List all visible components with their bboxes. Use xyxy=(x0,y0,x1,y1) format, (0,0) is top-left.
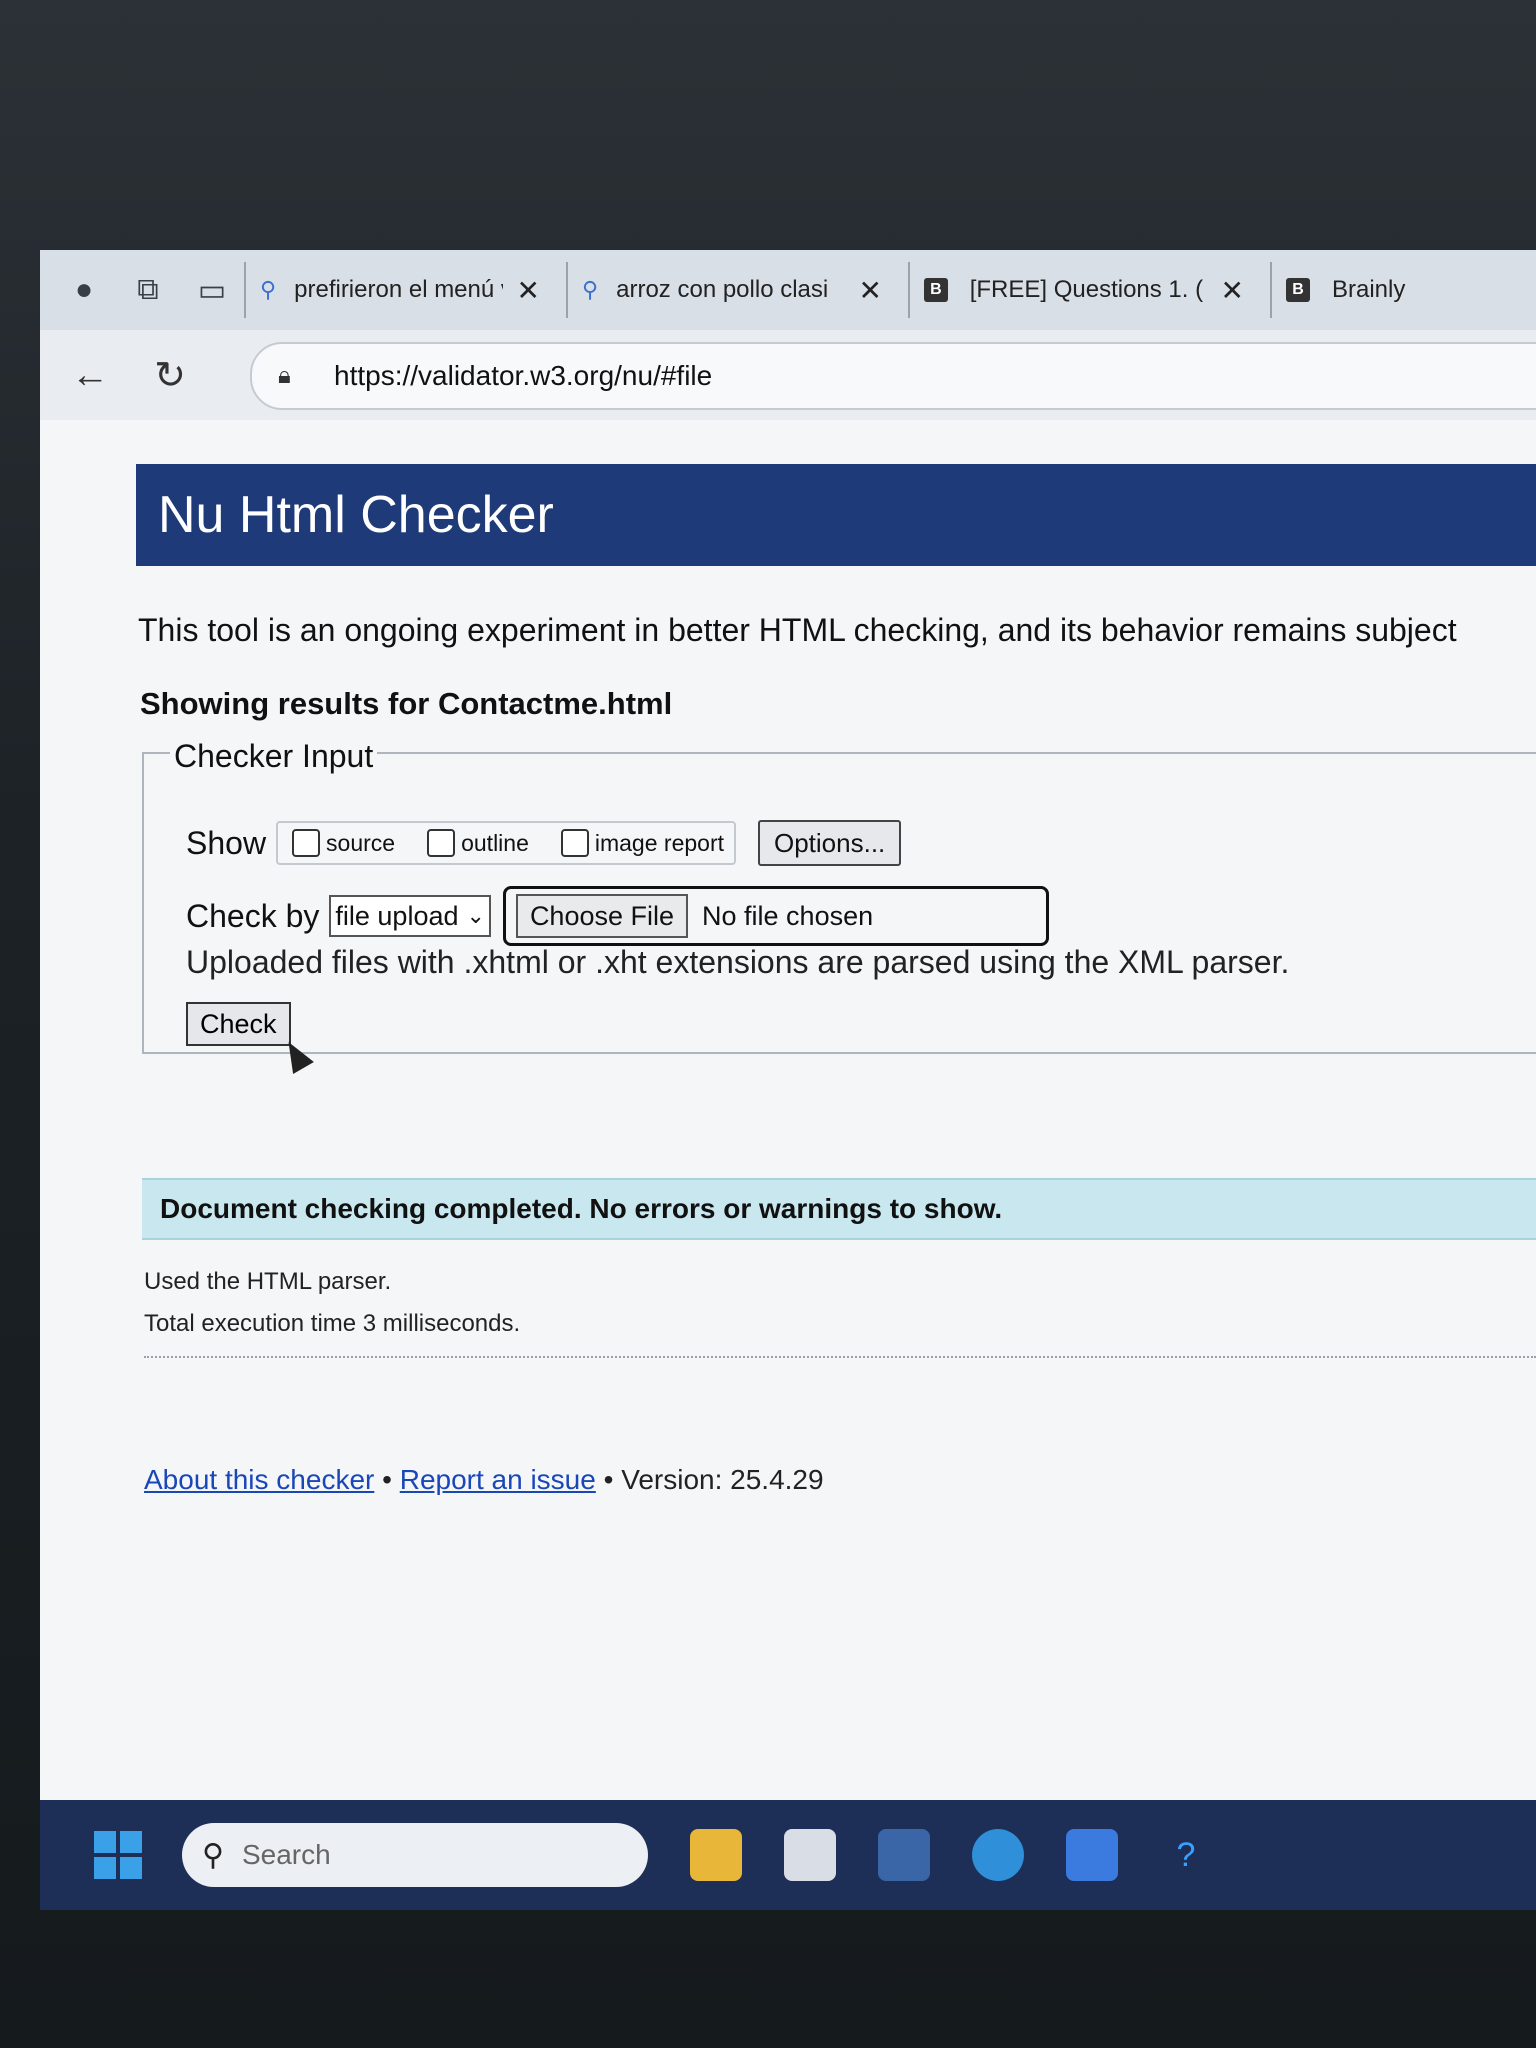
profile-icon[interactable]: ● xyxy=(64,270,104,310)
chevron-down-icon: ⌄ xyxy=(466,903,485,928)
show-row: Show source outline image report Options… xyxy=(186,820,902,866)
file-explorer-icon[interactable] xyxy=(690,1829,742,1881)
checkbox-box[interactable] xyxy=(292,829,321,857)
address-bar: ← ↻ 🔒︎ https://validator.w3.org/nu/#file xyxy=(40,330,1536,420)
checkbox-label: source xyxy=(326,829,396,856)
tab-title: arroz con pollo clasi xyxy=(616,276,829,303)
report-issue-link[interactable]: Report an issue xyxy=(400,1464,596,1495)
tab-1[interactable]: ⚲ prefirieron el menú v ✕ xyxy=(244,262,554,318)
divider xyxy=(144,1356,1536,1358)
parser-info: Used the HTML parser. xyxy=(144,1268,392,1295)
checkbox-box[interactable] xyxy=(427,829,456,857)
footer-separator: • xyxy=(382,1464,392,1495)
outline-checkbox[interactable]: outline xyxy=(423,829,529,857)
footer: About this checker • Report an issue • V… xyxy=(144,1464,824,1496)
brainly-icon: B xyxy=(1286,278,1310,302)
show-label: Show xyxy=(186,824,267,861)
about-link[interactable]: About this checker xyxy=(144,1464,374,1495)
results-heading: Showing results for Contactme.html xyxy=(140,686,673,721)
page-title: Nu Html Checker xyxy=(136,464,1536,566)
tab-2[interactable]: ⚲ arroz con pollo clasi ✕ xyxy=(566,262,896,318)
url-text: https://validator.w3.org/nu/#file xyxy=(334,360,713,391)
choose-file-button[interactable]: Choose File xyxy=(515,894,689,938)
taskbar-search[interactable]: ⚲ Search xyxy=(182,1823,648,1887)
check-by-label: Check by xyxy=(186,897,320,934)
intro-text: This tool is an ongoing experiment in be… xyxy=(138,612,1457,648)
search-icon: ⚲ xyxy=(582,277,599,302)
upload-note: Uploaded files with .xhtml or .xht exten… xyxy=(186,944,1290,980)
close-tab-icon[interactable]: ✕ xyxy=(517,274,540,307)
file-status: No file chosen xyxy=(702,900,874,931)
footer-separator: • xyxy=(603,1464,614,1495)
tab-title: Brainly xyxy=(1332,276,1406,303)
checkbox-box[interactable] xyxy=(560,829,589,857)
execution-time: Total execution time 3 milliseconds. xyxy=(144,1310,521,1337)
tab-title: [FREE] Questions 1. ( xyxy=(969,276,1204,303)
page-content: Nu Html Checker This tool is an ongoing … xyxy=(40,420,1536,1800)
app-icon[interactable] xyxy=(878,1829,930,1881)
source-checkbox[interactable]: source xyxy=(288,829,395,857)
check-button[interactable]: Check xyxy=(186,1002,291,1046)
store-icon[interactable] xyxy=(784,1829,836,1881)
select-value: file upload xyxy=(335,900,459,931)
edge-browser-icon[interactable] xyxy=(972,1829,1024,1881)
options-button[interactable]: Options... xyxy=(758,820,902,866)
windows-start-icon[interactable] xyxy=(94,1831,142,1879)
version-text: Version: 25.4.29 xyxy=(621,1464,824,1495)
checkbox-label: image report xyxy=(594,829,724,856)
search-icon: ⚲ xyxy=(260,277,277,302)
lock-icon[interactable]: 🔒︎ xyxy=(278,362,306,390)
check-by-select[interactable]: file upload ⌄ xyxy=(329,895,491,937)
back-arrow-icon[interactable]: ← xyxy=(60,354,120,397)
tab-strip: ● ⧉ ▭ ⚲ prefirieron el menú v ✕ ⚲ arroz … xyxy=(40,250,1536,330)
success-message: Document checking completed. No errors o… xyxy=(142,1178,1536,1240)
file-input[interactable]: Choose File No file chosen xyxy=(502,886,1049,946)
close-tab-icon[interactable]: ✕ xyxy=(1221,274,1244,307)
show-options-group: source outline image report xyxy=(276,821,736,865)
tab-actions-icon[interactable]: ▭ xyxy=(192,270,232,310)
checker-input-legend: Checker Input xyxy=(170,738,378,775)
tab-title: prefirieron el menú v xyxy=(294,276,503,303)
tab-3[interactable]: B [FREE] Questions 1. ( ✕ xyxy=(908,262,1258,318)
checkbox-label: outline xyxy=(461,829,529,856)
brainly-icon: B xyxy=(924,278,948,302)
screen: ● ⧉ ▭ ⚲ prefirieron el menú v ✕ ⚲ arroz … xyxy=(40,250,1536,1910)
check-by-row: Check by file upload ⌄ Choose File No fi… xyxy=(186,886,1049,946)
search-icon: ⚲ xyxy=(202,1838,224,1872)
search-placeholder: Search xyxy=(241,1839,331,1870)
workspaces-icon[interactable]: ⧉ xyxy=(128,270,168,310)
taskbar: ⚲ Search ? xyxy=(40,1800,1536,1910)
docs-icon[interactable] xyxy=(1066,1829,1118,1881)
url-field[interactable]: 🔒︎ https://validator.w3.org/nu/#file xyxy=(250,342,1536,410)
refresh-icon[interactable]: ↻ xyxy=(140,353,200,398)
help-icon[interactable]: ? xyxy=(1160,1829,1212,1881)
image-report-checkbox[interactable]: image report xyxy=(557,829,724,857)
close-tab-icon[interactable]: ✕ xyxy=(859,274,882,307)
tab-4[interactable]: B Brainly xyxy=(1270,262,1440,318)
